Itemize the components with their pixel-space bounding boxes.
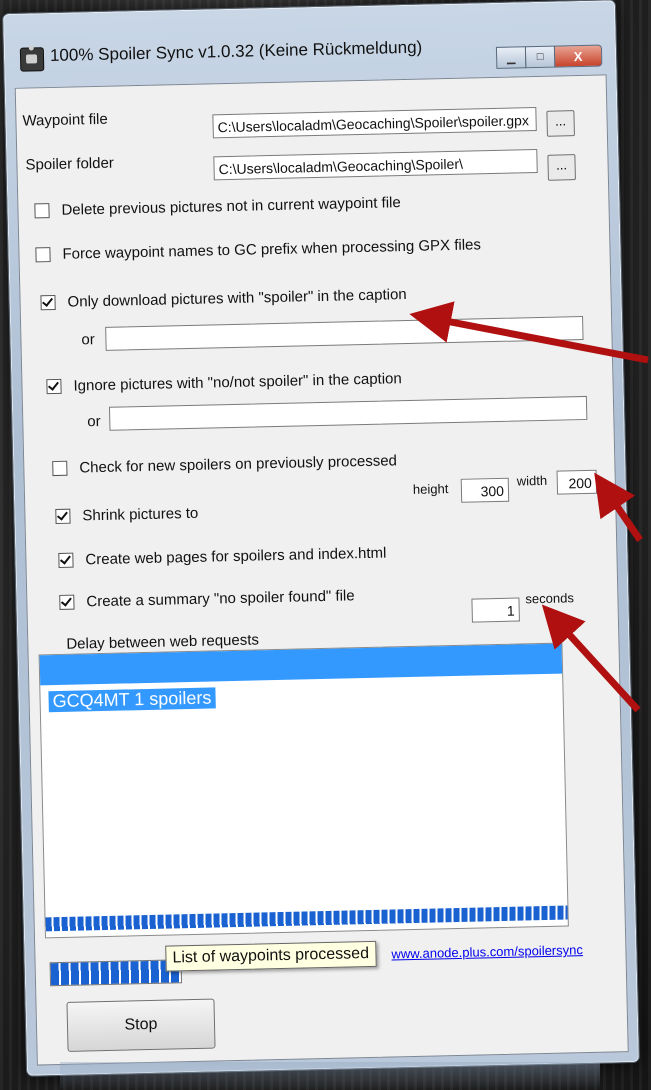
list-item[interactable]: GCQ4MT 1 spoilers [48,687,216,713]
waypoint-file-label: Waypoint file [22,110,108,130]
delete-previous-checkbox[interactable]: Delete previous pictures not in current … [34,194,401,219]
summary-label: Create a summary "no spoiler found" file [86,587,355,611]
web-pages-checkbox[interactable]: Create web pages for spoilers and index.… [58,544,387,569]
spoiler-browse-button[interactable]: ... [547,154,576,181]
force-gc-box[interactable] [35,247,51,263]
web-pages-label: Create web pages for spoilers and index.… [85,544,387,569]
height-input[interactable]: 300 [460,477,510,503]
shrink-label: Shrink pictures to [82,504,199,525]
title-bar[interactable]: 100% Spoiler Sync v1.0.32 (Keine Rückmel… [3,0,616,84]
only-spoiler-or-label: or [81,331,95,349]
check-new-checkbox[interactable]: Check for new spoilers on previously pro… [52,452,397,477]
caption-buttons: ▁ □ X [495,44,603,69]
list-progress-bar [45,905,568,932]
ignore-spoiler-box[interactable] [46,378,62,395]
only-spoiler-box[interactable] [40,294,56,311]
app-icon [19,47,45,72]
web-pages-box[interactable] [58,552,74,568]
window-reflection [60,1062,600,1090]
force-gc-checkbox[interactable]: Force waypoint names to GC prefix when p… [35,236,481,263]
delay-input[interactable]: 1 [471,597,520,623]
maximize-button[interactable]: □ [524,45,556,69]
only-spoiler-label: Only download pictures with "spoiler" in… [67,285,407,311]
ignore-spoiler-checkbox[interactable]: Ignore pictures with "no/not spoiler" in… [46,370,402,395]
delete-previous-box[interactable] [34,203,50,219]
waypoints-list[interactable]: GCQ4MT 1 spoilers [38,642,569,939]
summary-checkbox[interactable]: Create a summary "no spoiler found" file [59,587,355,611]
app-window: 100% Spoiler Sync v1.0.32 (Keine Rückmel… [2,0,640,1077]
close-button[interactable]: X [553,44,603,68]
ignore-spoiler-or-label: or [87,412,101,431]
window-title: 100% Spoiler Sync v1.0.32 (Keine Rückmel… [49,37,423,66]
only-spoiler-or-input[interactable] [105,315,584,351]
list-tooltip: List of waypoints processed [165,940,377,972]
minimize-button[interactable]: ▁ [495,46,527,69]
ignore-spoiler-label: Ignore pictures with "no/not spoiler" in… [73,370,402,395]
waypoint-file-input[interactable]: C:\Users\localadm\Geocaching\Spoiler\spo… [212,107,537,139]
website-link[interactable]: www.anode.plus.com/spoilersync [391,942,583,961]
stop-button[interactable]: Stop [66,998,216,1052]
width-label: width [516,472,548,489]
delay-unit-label: seconds [525,590,575,607]
shrink-checkbox[interactable]: Shrink pictures to [55,505,198,525]
only-spoiler-checkbox[interactable]: Only download pictures with "spoiler" in… [40,285,407,311]
summary-box[interactable] [59,594,75,610]
shrink-box[interactable] [55,508,71,525]
height-label: height [412,481,449,497]
delete-previous-label: Delete previous pictures not in current … [61,194,401,219]
width-input[interactable]: 200 [556,469,598,495]
overall-progress-bar [49,959,183,987]
spoiler-folder-label: Spoiler folder [25,154,115,174]
client-area: Waypoint file C:\Users\localadm\Geocachi… [14,74,629,1066]
spoiler-folder-input[interactable]: C:\Users\localadm\Geocaching\Spoiler\ [213,148,538,181]
force-gc-label: Force waypoint names to GC prefix when p… [62,236,482,263]
check-new-box[interactable] [52,460,68,477]
check-new-label: Check for new spoilers on previously pro… [79,452,398,477]
ignore-spoiler-or-input[interactable] [108,395,588,431]
waypoint-browse-button[interactable]: ... [546,110,575,137]
